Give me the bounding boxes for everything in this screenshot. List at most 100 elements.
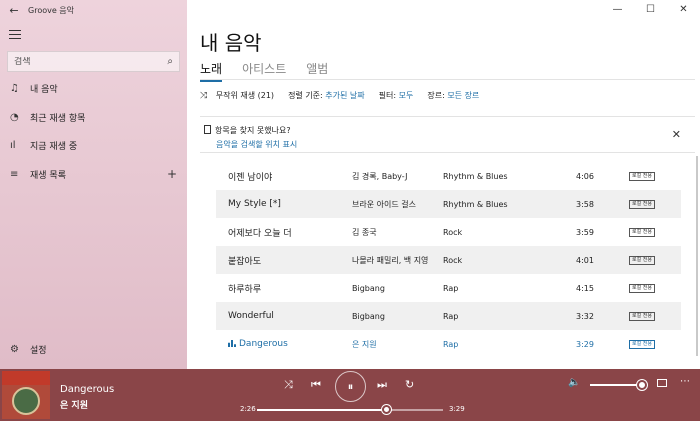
song-duration: 3:29	[576, 339, 594, 349]
clock-icon: ◔	[10, 111, 19, 123]
song-title: 붙잡아도	[228, 256, 262, 267]
volume-icon[interactable]: 🔈	[568, 377, 580, 388]
seek-fill	[257, 409, 388, 411]
mini-player-icon[interactable]	[657, 379, 667, 387]
seek-knob[interactable]	[382, 405, 392, 414]
nav-label: 재생 목록	[30, 170, 66, 181]
add-playlist-icon[interactable]: +	[167, 167, 177, 181]
song-artist: Bigbang	[352, 311, 385, 321]
song-duration: 4:01	[576, 255, 594, 265]
shuffle-all-button[interactable]: ⤨ 무작위 재생 (21)	[200, 90, 274, 101]
shuffle-icon[interactable]: ⤨	[284, 378, 293, 392]
sort-value: 추가된 날짜	[325, 91, 365, 100]
song-duration: 4:15	[576, 283, 594, 293]
local-only-badge: 로컬 전용	[629, 199, 655, 209]
song-list: 이젠 남이야 김 경록, Baby-J Rhythm & Blues 4:06 …	[216, 162, 681, 358]
more-options-icon[interactable]: ⋯	[680, 376, 690, 387]
now-playing-title[interactable]: Dangerous	[60, 384, 114, 395]
song-row[interactable]: 이젠 남이야 김 경록, Baby-J Rhythm & Blues 4:06 …	[216, 162, 681, 190]
song-row[interactable]: 하루하루 Bigbang Rap 4:15 로컬 전용	[216, 274, 681, 302]
song-row-now-playing[interactable]: Dangerous 은 지원 Rap 3:29 로컬 전용	[216, 330, 681, 358]
song-genre: Rap	[443, 283, 459, 293]
show-music-locations-link[interactable]: 음악을 검색할 위치 표시	[216, 139, 297, 150]
filter-label: 필터:	[378, 91, 397, 100]
sort-control[interactable]: 정렬 기준: 추가된 날짜	[288, 90, 365, 101]
search-box: ⌕	[7, 51, 180, 72]
divider	[200, 79, 695, 80]
app-title: Groove 음악	[28, 5, 75, 15]
previous-icon[interactable]: ⏮	[311, 378, 321, 392]
song-artist: 김 종국	[352, 227, 377, 237]
song-title: 이젠 남이야	[228, 172, 273, 183]
genre-control[interactable]: 장르: 모든 장르	[427, 90, 479, 101]
song-artist: 은 지원	[352, 339, 377, 349]
song-artist: 나몰라 패밀리, 백 지영	[352, 255, 429, 265]
filter-control[interactable]: 필터: 모두	[379, 90, 414, 101]
song-genre: Rock	[443, 255, 463, 265]
total-time: 3:29	[449, 405, 465, 413]
song-artist: 김 경록, Baby-J	[352, 171, 408, 181]
song-duration: 3:59	[576, 227, 594, 237]
repeat-icon[interactable]: ↻	[405, 378, 414, 391]
song-title: Wonderful	[228, 311, 274, 321]
song-row[interactable]: 붙잡아도 나몰라 패밀리, 백 지영 Rock 4:01 로컬 전용	[216, 246, 681, 274]
song-artist: 브라운 아이드 걸스	[352, 199, 416, 209]
nav-my-music[interactable]: ♫ 내 음악	[0, 77, 187, 99]
local-only-badge: 로컬 전용	[629, 339, 655, 349]
gear-icon: ⚙	[10, 343, 19, 355]
local-only-badge: 로컬 전용	[629, 311, 655, 321]
seek-bar[interactable]	[257, 405, 443, 414]
nav-settings[interactable]: ⚙ 설정	[0, 338, 187, 360]
window-controls: — ☐ ✕	[601, 0, 700, 20]
back-arrow-icon[interactable]: ←	[0, 4, 28, 17]
song-genre: Rap	[443, 311, 459, 321]
scrollbar[interactable]	[696, 156, 698, 356]
shuffle-icon: ⤨	[200, 91, 208, 101]
song-row[interactable]: 어제보다 오늘 더 김 종국 Rock 3:59 로컬 전용	[216, 218, 681, 246]
song-duration: 3:32	[576, 311, 594, 321]
song-genre: Rhythm & Blues	[443, 199, 508, 209]
song-title-cell: Dangerous	[216, 339, 352, 349]
nav-playlists[interactable]: ≡ 재생 목록 +	[0, 163, 187, 185]
nav-now-playing[interactable]: ıl 지금 재생 중	[0, 134, 187, 156]
song-duration: 4:06	[576, 171, 594, 181]
song-title: 어제보다 오늘 더	[228, 228, 292, 239]
volume-knob[interactable]	[637, 380, 647, 390]
song-genre: Rap	[443, 339, 459, 349]
minimize-icon[interactable]: —	[601, 0, 634, 20]
pause-button[interactable]: ⏸	[335, 371, 366, 402]
bars-icon: ıl	[10, 139, 16, 151]
album-art[interactable]	[2, 371, 50, 419]
song-duration: 3:58	[576, 199, 594, 209]
notice-text: 항목을 찾지 못했나요?	[215, 126, 291, 135]
song-row[interactable]: Wonderful Bigbang Rap 3:32 로컬 전용	[216, 302, 681, 330]
sidebar: ← Groove 음악 ⌕ ♫ 내 음악 ◔ 최근 재생 항목 ıl 지금 재생…	[0, 0, 187, 369]
local-only-badge: 로컬 전용	[629, 227, 655, 237]
song-title: My Style [*]	[228, 199, 281, 209]
title-bar: ← Groove 음악	[0, 0, 187, 20]
search-input[interactable]	[14, 56, 168, 67]
song-title: Dangerous	[239, 339, 288, 349]
hamburger-menu-icon[interactable]	[9, 30, 21, 42]
main-content: — ☐ ✕ 내 음악 노래 아티스트 앨범 ⤨ 무작위 재생 (21) 정렬 기…	[187, 0, 700, 369]
search-icon[interactable]: ⌕	[167, 56, 173, 67]
local-only-badge: 로컬 전용	[629, 283, 655, 293]
now-playing-artist[interactable]: 은 지원	[60, 398, 88, 411]
maximize-icon[interactable]: ☐	[634, 0, 667, 20]
genre-value: 모든 장르	[447, 91, 480, 100]
next-icon[interactable]: ⏭	[377, 378, 387, 392]
playlist-icon: ≡	[10, 168, 19, 180]
player-bar: Dangerous 은 지원 ⤨ ⏮ ⏸ ⏭ ↻ 2:26 3:29 🔈 ⋯	[0, 369, 700, 421]
volume-slider[interactable]	[590, 384, 642, 386]
now-playing-icon	[228, 340, 236, 347]
missing-items-notice: 항목을 찾지 못했나요? 음악을 검색할 위치 표시	[204, 125, 297, 150]
close-icon[interactable]: ✕	[667, 0, 700, 20]
song-row[interactable]: My Style [*] 브라운 아이드 걸스 Rhythm & Blues 3…	[216, 190, 681, 218]
nav-recent[interactable]: ◔ 최근 재생 항목	[0, 106, 187, 128]
song-genre: Rock	[443, 227, 463, 237]
filter-value: 모두	[398, 91, 414, 100]
document-icon	[204, 125, 211, 134]
notice-close-icon[interactable]: ✕	[672, 128, 681, 141]
page-title: 내 음악	[200, 31, 262, 55]
divider	[200, 116, 695, 117]
